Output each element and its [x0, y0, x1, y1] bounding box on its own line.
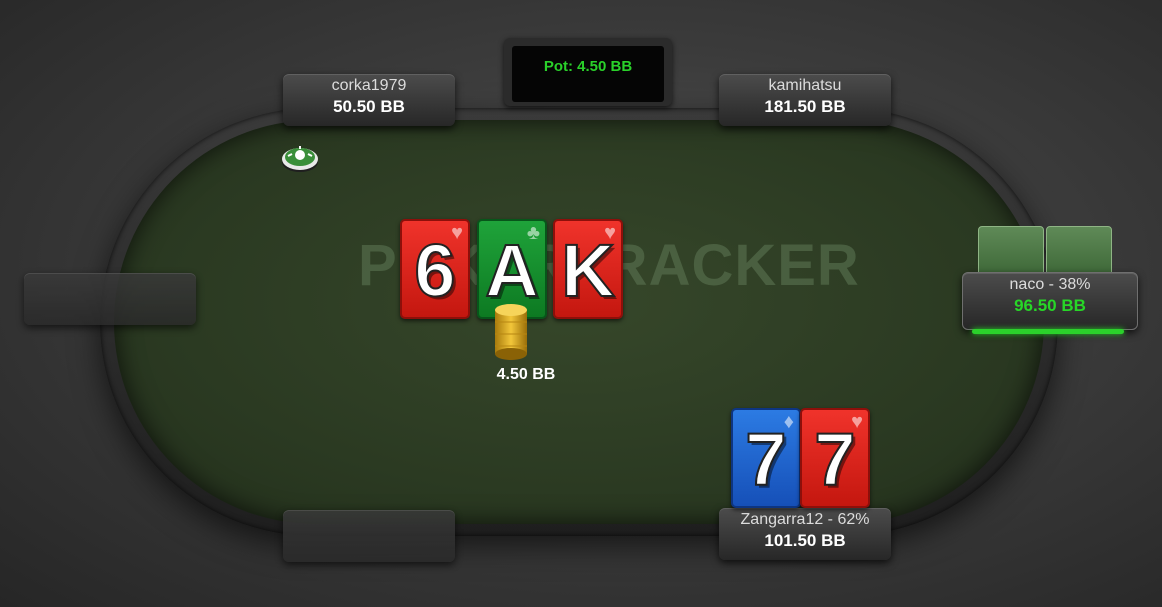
player-stack: 101.50 BB — [764, 531, 846, 550]
diamonds-icon: ♦ — [783, 411, 794, 433]
clubs-icon: ♣ — [526, 222, 540, 244]
hero-card-2: 7 ♥ — [800, 408, 870, 508]
bet-amount: 4.50 BB — [496, 366, 556, 383]
board-card-3: K ♥ — [553, 219, 623, 319]
player-name: kamihatsu — [768, 77, 842, 94]
active-player-indicator — [972, 329, 1124, 334]
seat-empty-left[interactable] — [24, 273, 196, 325]
hero-card-1: 7 ♦ — [731, 408, 801, 508]
player-name: corka1979 — [331, 77, 407, 94]
player-stack: 96.50 BB — [1014, 296, 1086, 315]
hearts-icon: ♥ — [604, 222, 616, 244]
card-back-icon — [978, 226, 1044, 276]
player-name: naco - 38% — [1009, 276, 1091, 293]
player-stack: 181.50 BB — [764, 97, 846, 116]
table-felt — [114, 120, 1044, 524]
pot-label: Pot: 4.50 BB — [512, 46, 664, 102]
player-name: Zangarra12 - 62% — [740, 511, 870, 528]
card-back-icon — [1046, 226, 1112, 276]
dealer-button-icon — [282, 146, 318, 172]
seat-zangarra12[interactable]: Zangarra12 - 62% 101.50 BB — [719, 508, 891, 560]
seat-naco[interactable]: naco - 38% 96.50 BB — [962, 272, 1138, 330]
seat-kamihatsu[interactable]: kamihatsu 181.50 BB — [719, 74, 891, 126]
hearts-icon: ♥ — [451, 222, 463, 244]
chip-stack-icon — [495, 304, 527, 360]
player-stack: 50.50 BB — [333, 97, 405, 116]
seat-empty-bottom-left[interactable] — [283, 510, 455, 562]
pot-display: Pot: 4.50 BB — [504, 38, 672, 106]
hearts-icon: ♥ — [851, 411, 863, 433]
seat-corka1979[interactable]: corka1979 50.50 BB — [283, 74, 455, 126]
board-card-1: 6 ♥ — [400, 219, 470, 319]
